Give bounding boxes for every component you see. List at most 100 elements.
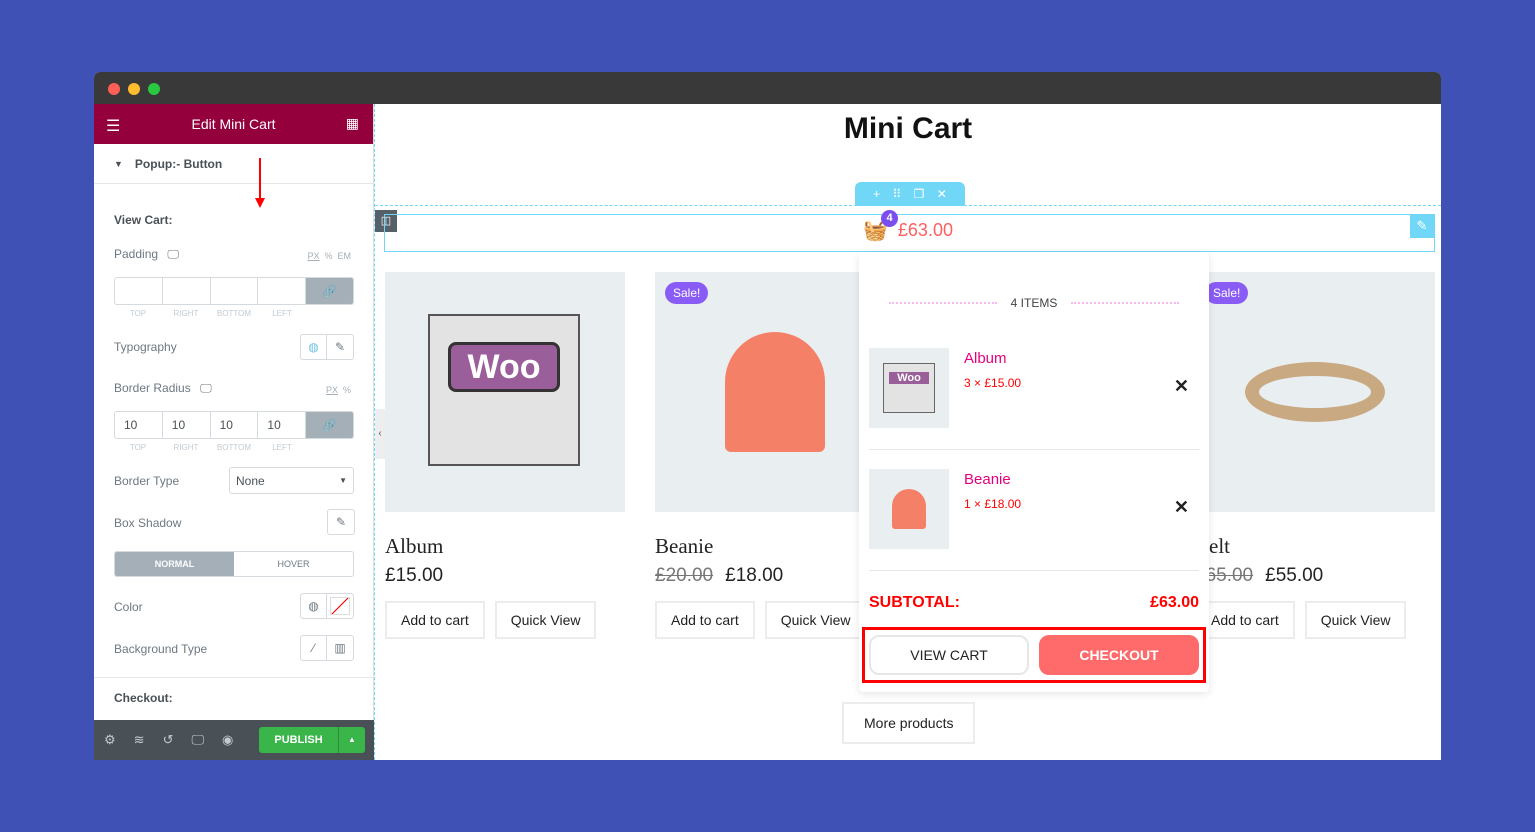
unit-px[interactable]: PX <box>326 385 338 395</box>
side-label: LEFT <box>272 443 292 452</box>
divider <box>869 570 1199 571</box>
padding-top-input[interactable] <box>115 278 163 304</box>
side-label: RIGHT <box>173 443 199 452</box>
side-label: RIGHT <box>173 309 199 318</box>
close-icon[interactable]: ✕ <box>937 187 947 201</box>
link-values-icon[interactable]: 🔗 <box>306 278 353 304</box>
border-type-select[interactable]: None ▼ <box>229 467 354 494</box>
add-to-cart-button[interactable]: Add to cart <box>385 601 485 639</box>
product-image[interactable]: Woo <box>385 272 625 512</box>
browser-window: ☰ Edit Mini Cart ▦ ▼ Popup:- Button View … <box>94 72 1441 760</box>
tab-hover[interactable]: HOVER <box>234 552 353 576</box>
quick-view-button[interactable]: Quick View <box>494 601 597 639</box>
product-title[interactable]: Belt <box>1195 534 1435 559</box>
checkout-button[interactable]: CHECKOUT <box>1039 635 1199 675</box>
unit-percent[interactable]: % <box>324 251 332 261</box>
history-icon[interactable]: ↺ <box>163 732 174 748</box>
quick-view-button[interactable]: Quick View <box>1304 601 1407 639</box>
divider <box>869 449 1199 450</box>
divider <box>94 677 374 678</box>
add-icon[interactable]: + <box>873 187 880 201</box>
unit-em[interactable]: EM <box>338 251 352 261</box>
radius-top-input[interactable]: 10 <box>115 412 163 438</box>
red-arrow-annotation <box>259 158 261 200</box>
quick-view-button[interactable]: Quick View <box>764 601 867 639</box>
padding-right-input[interactable] <box>163 278 211 304</box>
title-bar <box>94 72 1441 104</box>
minimize-window-button[interactable] <box>128 83 140 95</box>
item-name[interactable]: Album <box>964 350 1007 367</box>
remove-item-icon[interactable]: ✕ <box>1174 376 1189 397</box>
tab-normal[interactable]: NORMAL <box>115 552 234 576</box>
hamburger-menu-icon[interactable]: ☰ <box>106 116 120 136</box>
checkout-heading: Checkout: <box>114 691 173 705</box>
drag-handle-icon[interactable]: ⠿ <box>893 187 902 201</box>
publish-button[interactable]: PUBLISH <box>259 727 339 753</box>
item-quantity-price: 1 × £18.00 <box>964 497 1022 511</box>
unit-px[interactable]: PX <box>307 251 319 261</box>
caret-down-icon: ▼ <box>114 158 123 169</box>
side-label: BOTTOM <box>216 443 252 452</box>
product-price: £65.00 £55.00 <box>1195 565 1324 586</box>
desktop-icon: 🖵 <box>167 247 179 261</box>
color-label: Color <box>114 600 143 614</box>
padding-left-input[interactable] <box>258 278 307 304</box>
edit-pencil-icon[interactable]: ✎ <box>328 510 354 534</box>
settings-gear-icon[interactable]: ⚙ <box>104 732 116 748</box>
globe-icon[interactable]: ◍ <box>301 335 327 359</box>
cart-total: £63.00 <box>897 220 953 240</box>
section-title: Popup:- Button <box>134 156 223 171</box>
item-name[interactable]: Beanie <box>964 471 1011 488</box>
more-products-button[interactable]: More products <box>842 702 976 744</box>
color-swatch-none[interactable] <box>330 597 350 615</box>
panel-title: Edit Mini Cart <box>191 116 276 132</box>
view-cart-button[interactable]: VIEW CART <box>869 635 1029 675</box>
remove-item-icon[interactable]: ✕ <box>1174 497 1189 518</box>
edit-pencil-icon[interactable]: ✎ <box>327 335 353 359</box>
add-to-cart-button[interactable]: Add to cart <box>655 601 755 639</box>
side-label: LEFT <box>272 309 292 318</box>
preview-eye-icon[interactable]: ◉ <box>222 732 233 748</box>
cart-item: Woo Album 3 × £15.00 ✕ <box>869 348 1199 428</box>
duplicate-icon[interactable]: ❐ <box>914 187 925 201</box>
item-thumbnail[interactable] <box>869 469 949 549</box>
item-thumbnail[interactable]: Woo <box>869 348 949 428</box>
background-type-label: Background Type <box>114 642 208 656</box>
responsive-desktop-icon[interactable]: 🖵 <box>191 732 204 748</box>
box-shadow-label: Box Shadow <box>114 516 182 530</box>
layers-icon[interactable]: ≋ <box>134 732 145 748</box>
maximize-window-button[interactable] <box>148 83 160 95</box>
edit-widget-icon[interactable]: ✎ <box>1410 214 1434 238</box>
typography-label: Typography <box>114 340 177 354</box>
side-label: TOP <box>129 309 147 318</box>
cart-item: Beanie 1 × £18.00 ✕ <box>869 469 1199 549</box>
globe-icon[interactable]: ◍ <box>301 594 327 618</box>
subtotal-label: SUBTOTAL: <box>869 594 960 611</box>
desktop-icon: 🖵 <box>200 381 212 395</box>
link-values-icon[interactable]: 🔗 <box>306 412 353 438</box>
border-type-label: Border Type <box>114 474 180 488</box>
section-popup-button[interactable]: ▼ Popup:- Button <box>94 144 373 184</box>
close-window-button[interactable] <box>108 83 120 95</box>
border-radius-label: Border Radius 🖵 <box>114 381 212 395</box>
widgets-grid-icon[interactable]: ▦ <box>346 115 359 132</box>
padding-label: Padding 🖵 <box>114 247 179 261</box>
gradient-icon[interactable]: ▥ <box>327 636 353 660</box>
add-to-cart-button[interactable]: Add to cart <box>1195 601 1295 639</box>
brush-icon[interactable]: ⁄ <box>301 636 327 660</box>
radius-left-input[interactable]: 10 <box>258 412 307 438</box>
radius-bottom-input[interactable]: 10 <box>211 412 259 438</box>
section-toolbar: + ⠿ ❐ ✕ <box>855 182 965 206</box>
subtotal-value: £63.00 <box>1150 594 1199 611</box>
product-card: Woo Album £15.00 Add to cart Quick View <box>385 272 625 639</box>
product-image[interactable]: Sale! <box>1195 272 1435 512</box>
unit-percent[interactable]: % <box>343 385 351 395</box>
side-label: BOTTOM <box>216 309 252 318</box>
publish-options-caret-icon[interactable]: ▲ <box>339 727 365 753</box>
padding-bottom-input[interactable] <box>211 278 259 304</box>
product-title[interactable]: Album <box>385 534 625 559</box>
collapse-panel-icon[interactable]: ‹ <box>375 409 385 459</box>
radius-right-input[interactable]: 10 <box>163 412 211 438</box>
cart-count-badge: 4 <box>881 210 898 227</box>
mini-cart-toggle[interactable]: 🧺 4 £63.00 <box>863 210 953 243</box>
